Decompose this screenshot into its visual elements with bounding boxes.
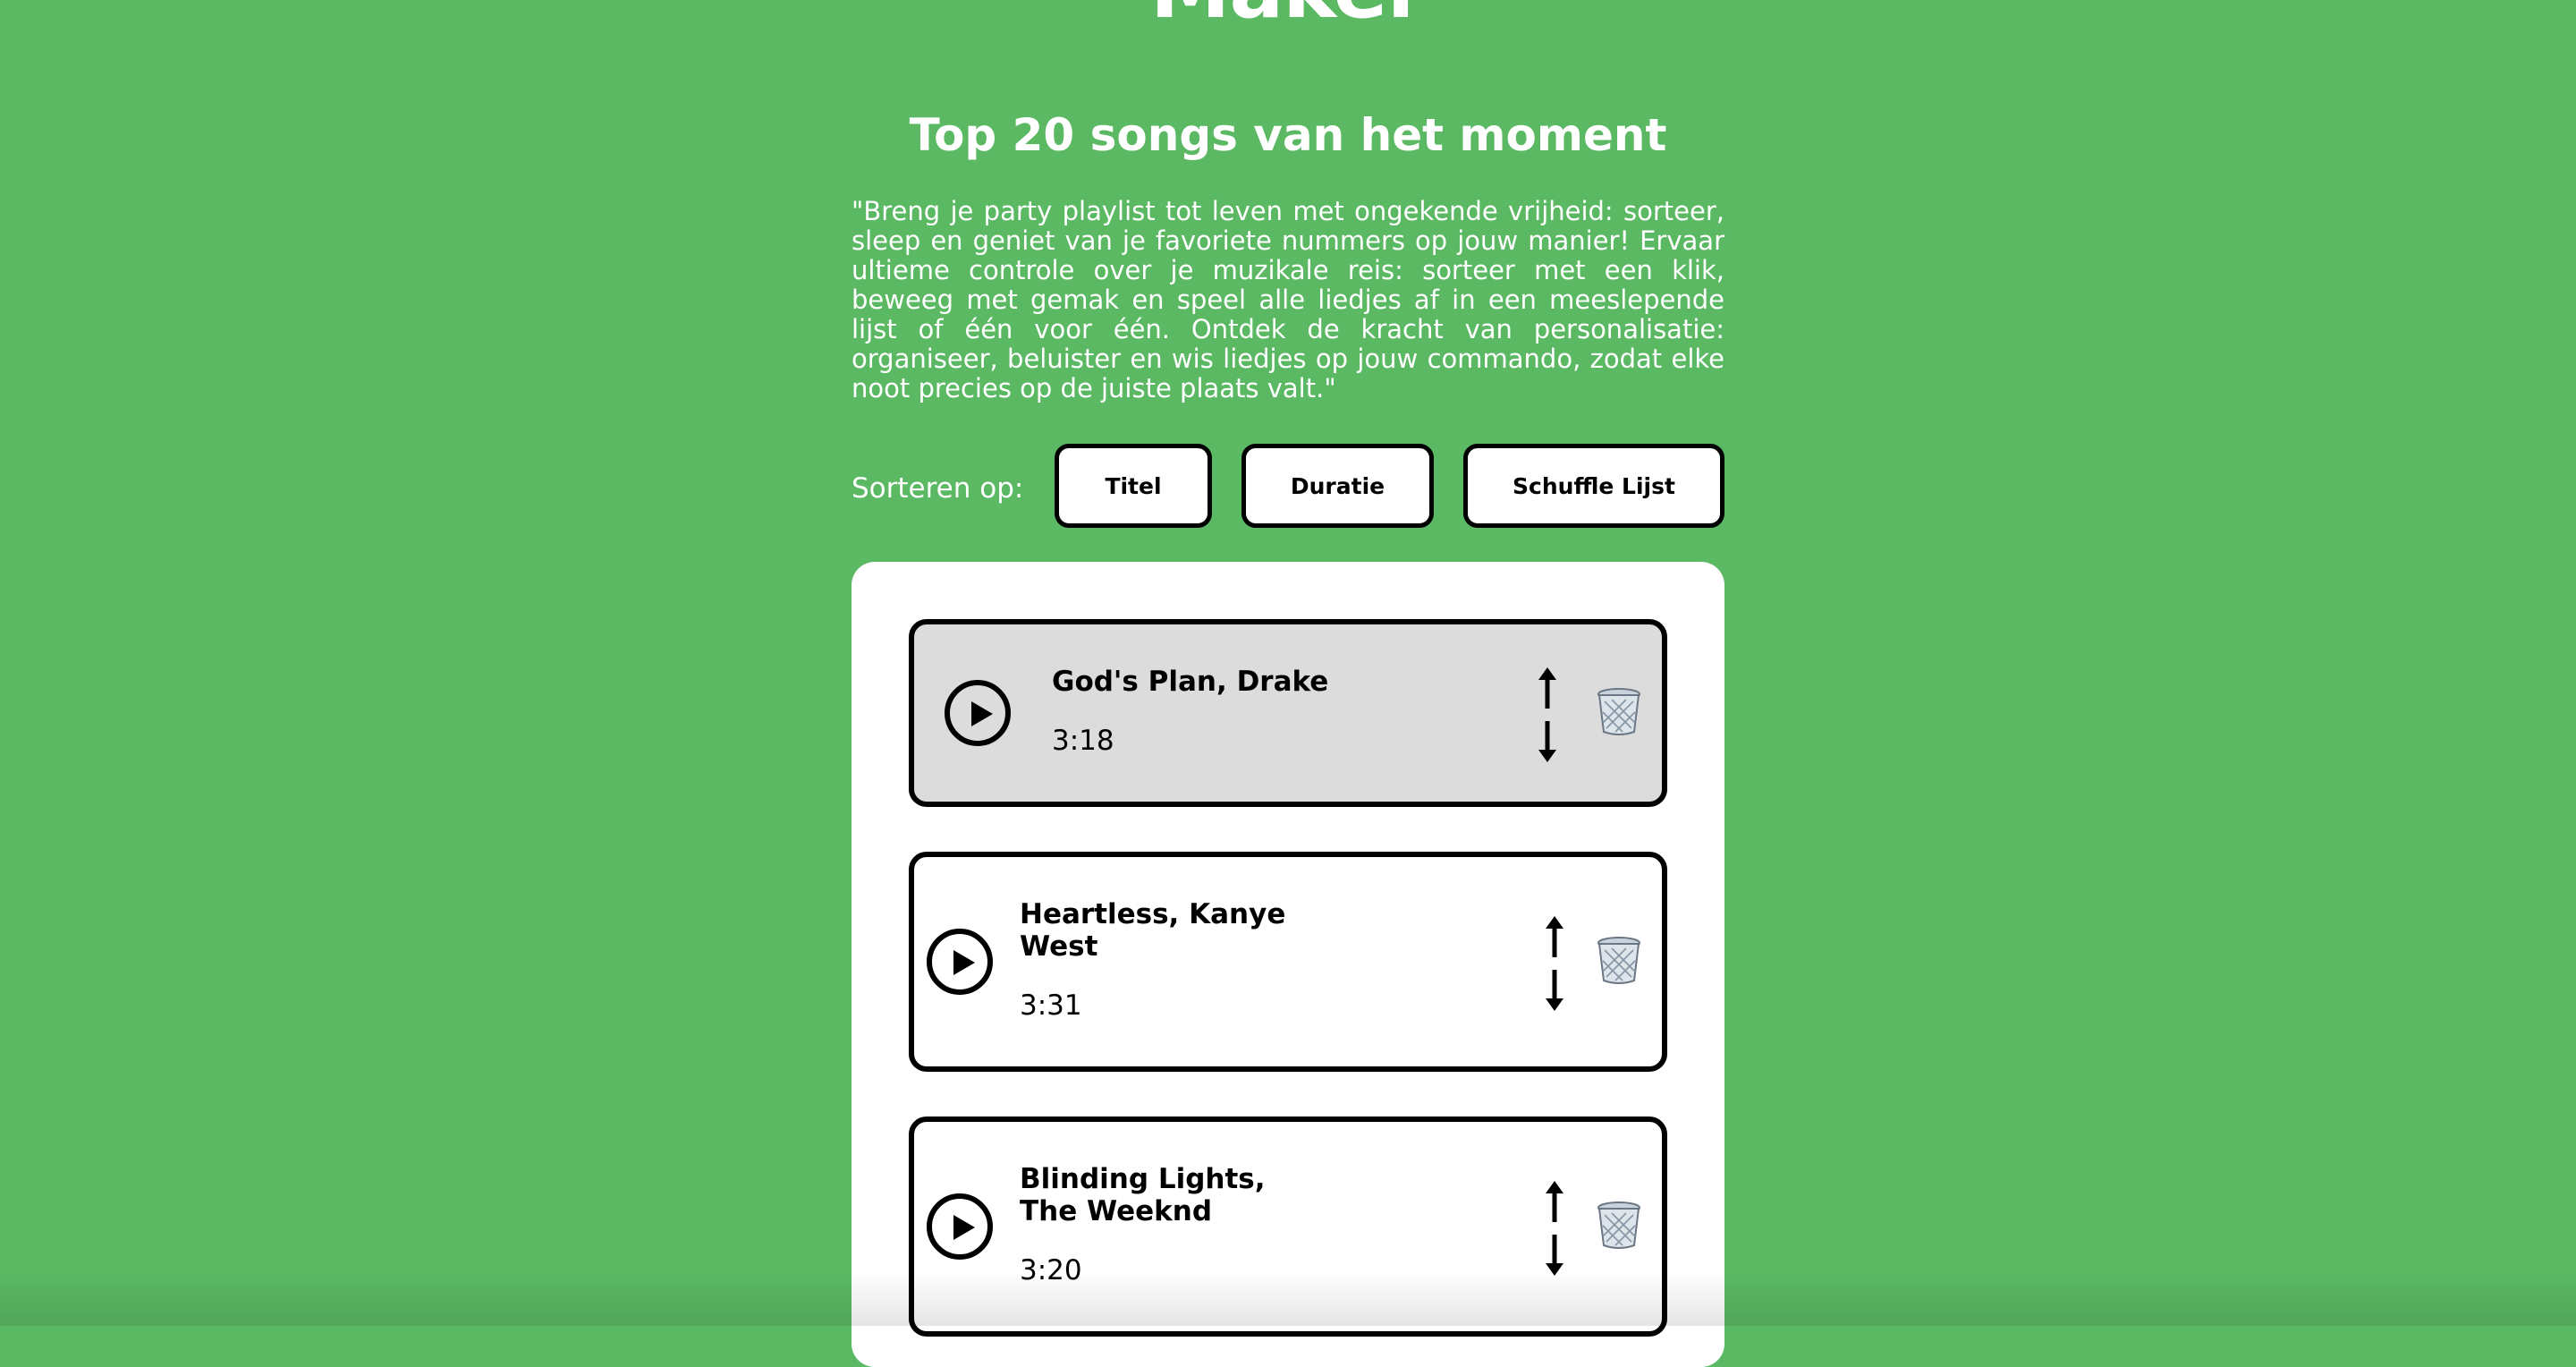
play-icon xyxy=(953,950,975,975)
song-title: God's Plan, Drake xyxy=(1052,666,1329,698)
up-down-arrows-icon[interactable] xyxy=(1537,1179,1572,1278)
wastebasket-icon[interactable] xyxy=(1596,936,1642,986)
song-card[interactable]: Heartless, Kanye West 3:31 xyxy=(909,852,1667,1072)
play-button[interactable] xyxy=(927,929,993,995)
play-button[interactable] xyxy=(927,1193,993,1260)
sort-by-duration-button[interactable]: Duratie xyxy=(1241,444,1434,528)
song-duration: 3:31 xyxy=(1020,989,1082,1022)
sort-toolbar: Sorteren op: Titel Duratie Schuffle Lijs… xyxy=(852,444,1724,533)
song-title: Blinding Lights, The Weeknd xyxy=(1020,1163,1266,1227)
sort-by-title-button[interactable]: Titel xyxy=(1055,444,1212,528)
sort-label: Sorteren op: xyxy=(852,472,1024,505)
song-card[interactable]: Blinding Lights, The Weeknd 3:20 xyxy=(909,1117,1667,1337)
app-title: Maker xyxy=(0,0,2576,43)
wastebasket-icon[interactable] xyxy=(1596,1201,1642,1251)
up-down-arrows-icon[interactable] xyxy=(1530,666,1565,764)
play-button[interactable] xyxy=(945,680,1011,746)
song-title: Heartless, Kanye West xyxy=(1020,898,1286,963)
play-icon xyxy=(971,701,993,726)
wastebasket-icon[interactable] xyxy=(1596,687,1642,737)
page-title: Top 20 songs van het moment xyxy=(909,109,1667,161)
shuffle-list-button[interactable]: Schuffle Lijst xyxy=(1463,444,1724,528)
page: Maker Top 20 songs van het moment "Breng… xyxy=(0,0,2576,1367)
song-list: God's Plan, Drake 3:18 Heartless, Kanye … xyxy=(852,562,1724,1367)
up-down-arrows-icon[interactable] xyxy=(1537,914,1572,1013)
play-icon xyxy=(953,1215,975,1240)
song-duration: 3:20 xyxy=(1020,1254,1082,1286)
song-card[interactable]: God's Plan, Drake 3:18 xyxy=(909,619,1667,807)
intro-text: "Breng je party playlist tot leven met o… xyxy=(852,196,1724,403)
song-duration: 3:18 xyxy=(1052,725,1114,757)
